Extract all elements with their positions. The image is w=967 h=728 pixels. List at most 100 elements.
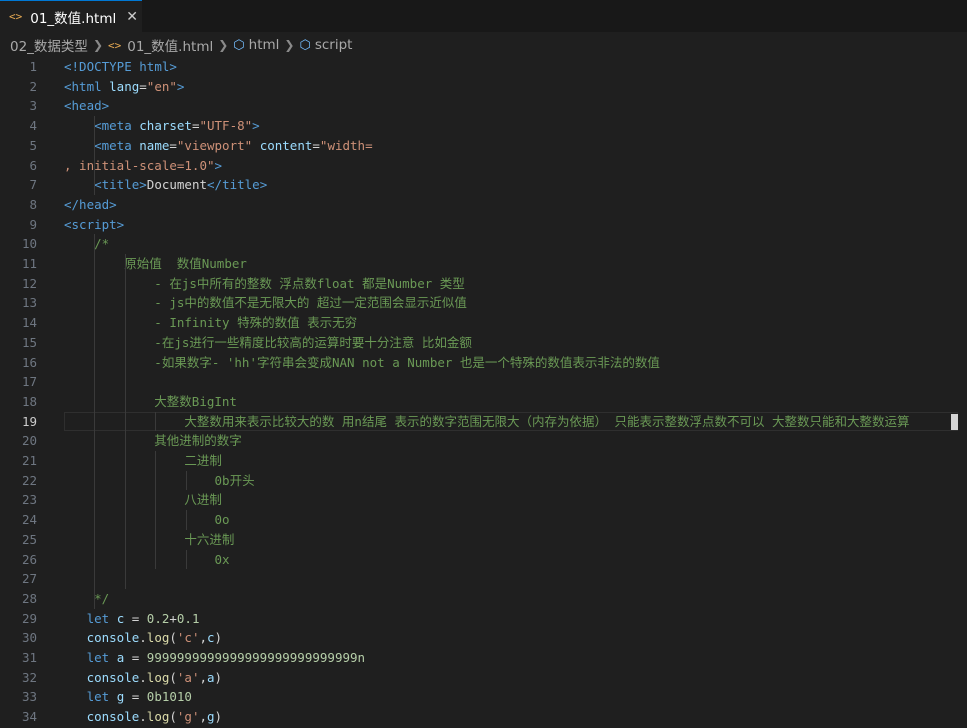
plain-token: .	[139, 709, 147, 725]
code-line[interactable]: 23 八进制	[0, 490, 967, 510]
code-line[interactable]: 30 console.log('c',c)	[0, 628, 967, 648]
code-line[interactable]: 22 0b开头	[0, 471, 967, 491]
code-line[interactable]: 19 大整数用来表示比较大的数 用n结尾 表示的数字范围无限大（内存为依据） 只…	[0, 411, 967, 432]
line-code: , initial-scale=1.0">	[64, 156, 222, 176]
indent-guide	[94, 234, 96, 609]
code-line[interactable]: 10 /*	[0, 234, 967, 254]
breadcrumb-html[interactable]: ⬡ html	[233, 37, 279, 53]
line-code: - Infinity 特殊的数值 表示无穷	[64, 313, 357, 333]
line-number: 9	[29, 216, 37, 232]
html-tag-token: >	[214, 157, 223, 173]
code-line[interactable]: 17	[0, 372, 967, 392]
breadcrumb-folder[interactable]: 02_数据类型	[10, 35, 88, 55]
plain-token: =	[124, 610, 147, 626]
code-line[interactable]: 11 原始值 数值Number	[0, 254, 967, 274]
code-line[interactable]: 1 <!DOCTYPE html>	[0, 57, 967, 77]
function-token: log	[146, 630, 170, 646]
code-line[interactable]: 21 二进制	[0, 451, 967, 471]
line-number: 23	[21, 492, 37, 508]
code-line[interactable]: 12 - 在js中所有的整数 浮点数float 都是Number 类型	[0, 274, 967, 294]
line-number: 13	[21, 295, 37, 311]
breadcrumb-file[interactable]: <> 01_数值.html	[108, 35, 213, 56]
line-number: 34	[21, 709, 37, 725]
line-number: 24	[21, 512, 37, 528]
line-code: 十六进制	[64, 530, 234, 550]
line-number: 10	[21, 236, 37, 252]
code-line[interactable]: 26 0x	[0, 550, 967, 570]
html-tag-token: <head>	[64, 98, 110, 114]
line-number: 1	[29, 59, 37, 74]
close-icon[interactable]: ✕	[126, 9, 138, 25]
line-code: /*	[64, 234, 109, 254]
line-number: 27	[21, 571, 37, 587]
code-line[interactable]: 3 <head>	[0, 96, 967, 116]
line-number: 20	[21, 433, 37, 449]
code-line[interactable]: 8 </head>	[0, 195, 967, 215]
code-line[interactable]: 14 - Infinity 特殊的数值 表示无穷	[0, 313, 967, 333]
html-file-icon: <>	[9, 10, 23, 23]
comment-token: 大整数BigInt	[64, 393, 237, 409]
string-token: 'g'	[176, 709, 200, 725]
identifier-token: g	[207, 709, 215, 725]
cube-icon: ⬡	[299, 37, 311, 53]
keyword-token: let	[86, 650, 117, 665]
code-line[interactable]: 28 */	[0, 589, 967, 609]
line-code: <!DOCTYPE html>	[64, 57, 177, 77]
code-line[interactable]: 25 十六进制	[0, 530, 967, 550]
code-line[interactable]: 29 let c = 0.2+0.1	[0, 609, 967, 629]
line-number: 6	[29, 157, 37, 173]
code-line[interactable]: 9 <script>	[0, 215, 967, 235]
keyword-token: let	[86, 610, 117, 626]
line-code: console.log('c',c)	[64, 628, 223, 648]
code-line[interactable]: 31 let a = 9999999999999999999999999999n	[0, 648, 967, 668]
html-tag-token: <!DOCTYPE	[64, 59, 140, 74]
string-token: 'c'	[176, 630, 200, 646]
tab-title: 01_数值.html	[30, 10, 117, 27]
code-line[interactable]: 32 console.log('a',a)	[0, 668, 967, 688]
string-token: , initial-scale=1.0"	[64, 157, 215, 173]
code-line[interactable]: 27	[0, 569, 967, 589]
code-line[interactable]: 20 其他进制的数字	[0, 431, 967, 451]
line-number: 8	[29, 196, 37, 212]
plain-token: =	[169, 137, 177, 153]
code-line[interactable]: 13 - js中的数值不是无限大的 超过一定范围会显示近似值	[0, 293, 967, 313]
line-code: console.log('a',a)	[64, 668, 223, 688]
attribute-token: name	[139, 137, 170, 153]
string-token: 'a'	[176, 669, 200, 685]
code-line[interactable]: 5 <meta name="viewport" content="width=	[0, 136, 967, 156]
line-code: 大整数用来表示比较大的数 用n结尾 表示的数字范围无限大（内存为依据） 只能表示…	[64, 412, 909, 432]
plain-token: .	[139, 669, 147, 685]
number-token: 0b1010	[146, 689, 192, 705]
line-code: console.log('g',g)	[64, 707, 223, 727]
line-code: 0b开头	[64, 471, 255, 491]
attribute-token: lang	[109, 78, 140, 94]
text-cursor	[951, 413, 958, 430]
code-line[interactable]: 4 <meta charset="UTF-8">	[0, 116, 967, 136]
code-line[interactable]: 7 <title>Document</title>	[0, 175, 967, 195]
breadcrumb-script[interactable]: ⬡ script	[299, 37, 352, 53]
code-line[interactable]: 2 <html lang="en">	[0, 77, 967, 97]
code-editor[interactable]: 1 <!DOCTYPE html> 2 <html lang="en"> 3 <head>…	[0, 57, 967, 728]
code-line[interactable]: 33 let g = 0b1010	[0, 687, 967, 707]
line-code: -如果数字- 'hh'字符串会变成NAN not a Number 也是一个特殊…	[64, 353, 660, 373]
code-line[interactable]: 18 大整数BigInt	[0, 392, 967, 412]
code-line[interactable]: 24 0o	[0, 510, 967, 530]
code-line[interactable]: 6 , initial-scale=1.0">	[0, 156, 967, 176]
line-code: 八进制	[64, 490, 222, 510]
comment-token: 十六进制	[64, 531, 235, 547]
chevron-right-icon: ❯	[92, 38, 103, 52]
code-line[interactable]: 34 console.log('g',g)	[0, 707, 967, 727]
code-line[interactable]: 16 -如果数字- 'hh'字符串会变成NAN not a Number 也是一…	[0, 353, 967, 373]
line-number: 33	[21, 689, 37, 705]
attribute-token: content	[259, 137, 313, 153]
editor-tab[interactable]: <> 01_数值.html ✕	[0, 0, 142, 32]
chevron-right-icon: ❯	[284, 38, 295, 52]
code-line[interactable]: 15 -在js进行一些精度比较高的运算时要十分注意 比如金额	[0, 333, 967, 353]
breadcrumb-script-label: script	[314, 37, 353, 53]
